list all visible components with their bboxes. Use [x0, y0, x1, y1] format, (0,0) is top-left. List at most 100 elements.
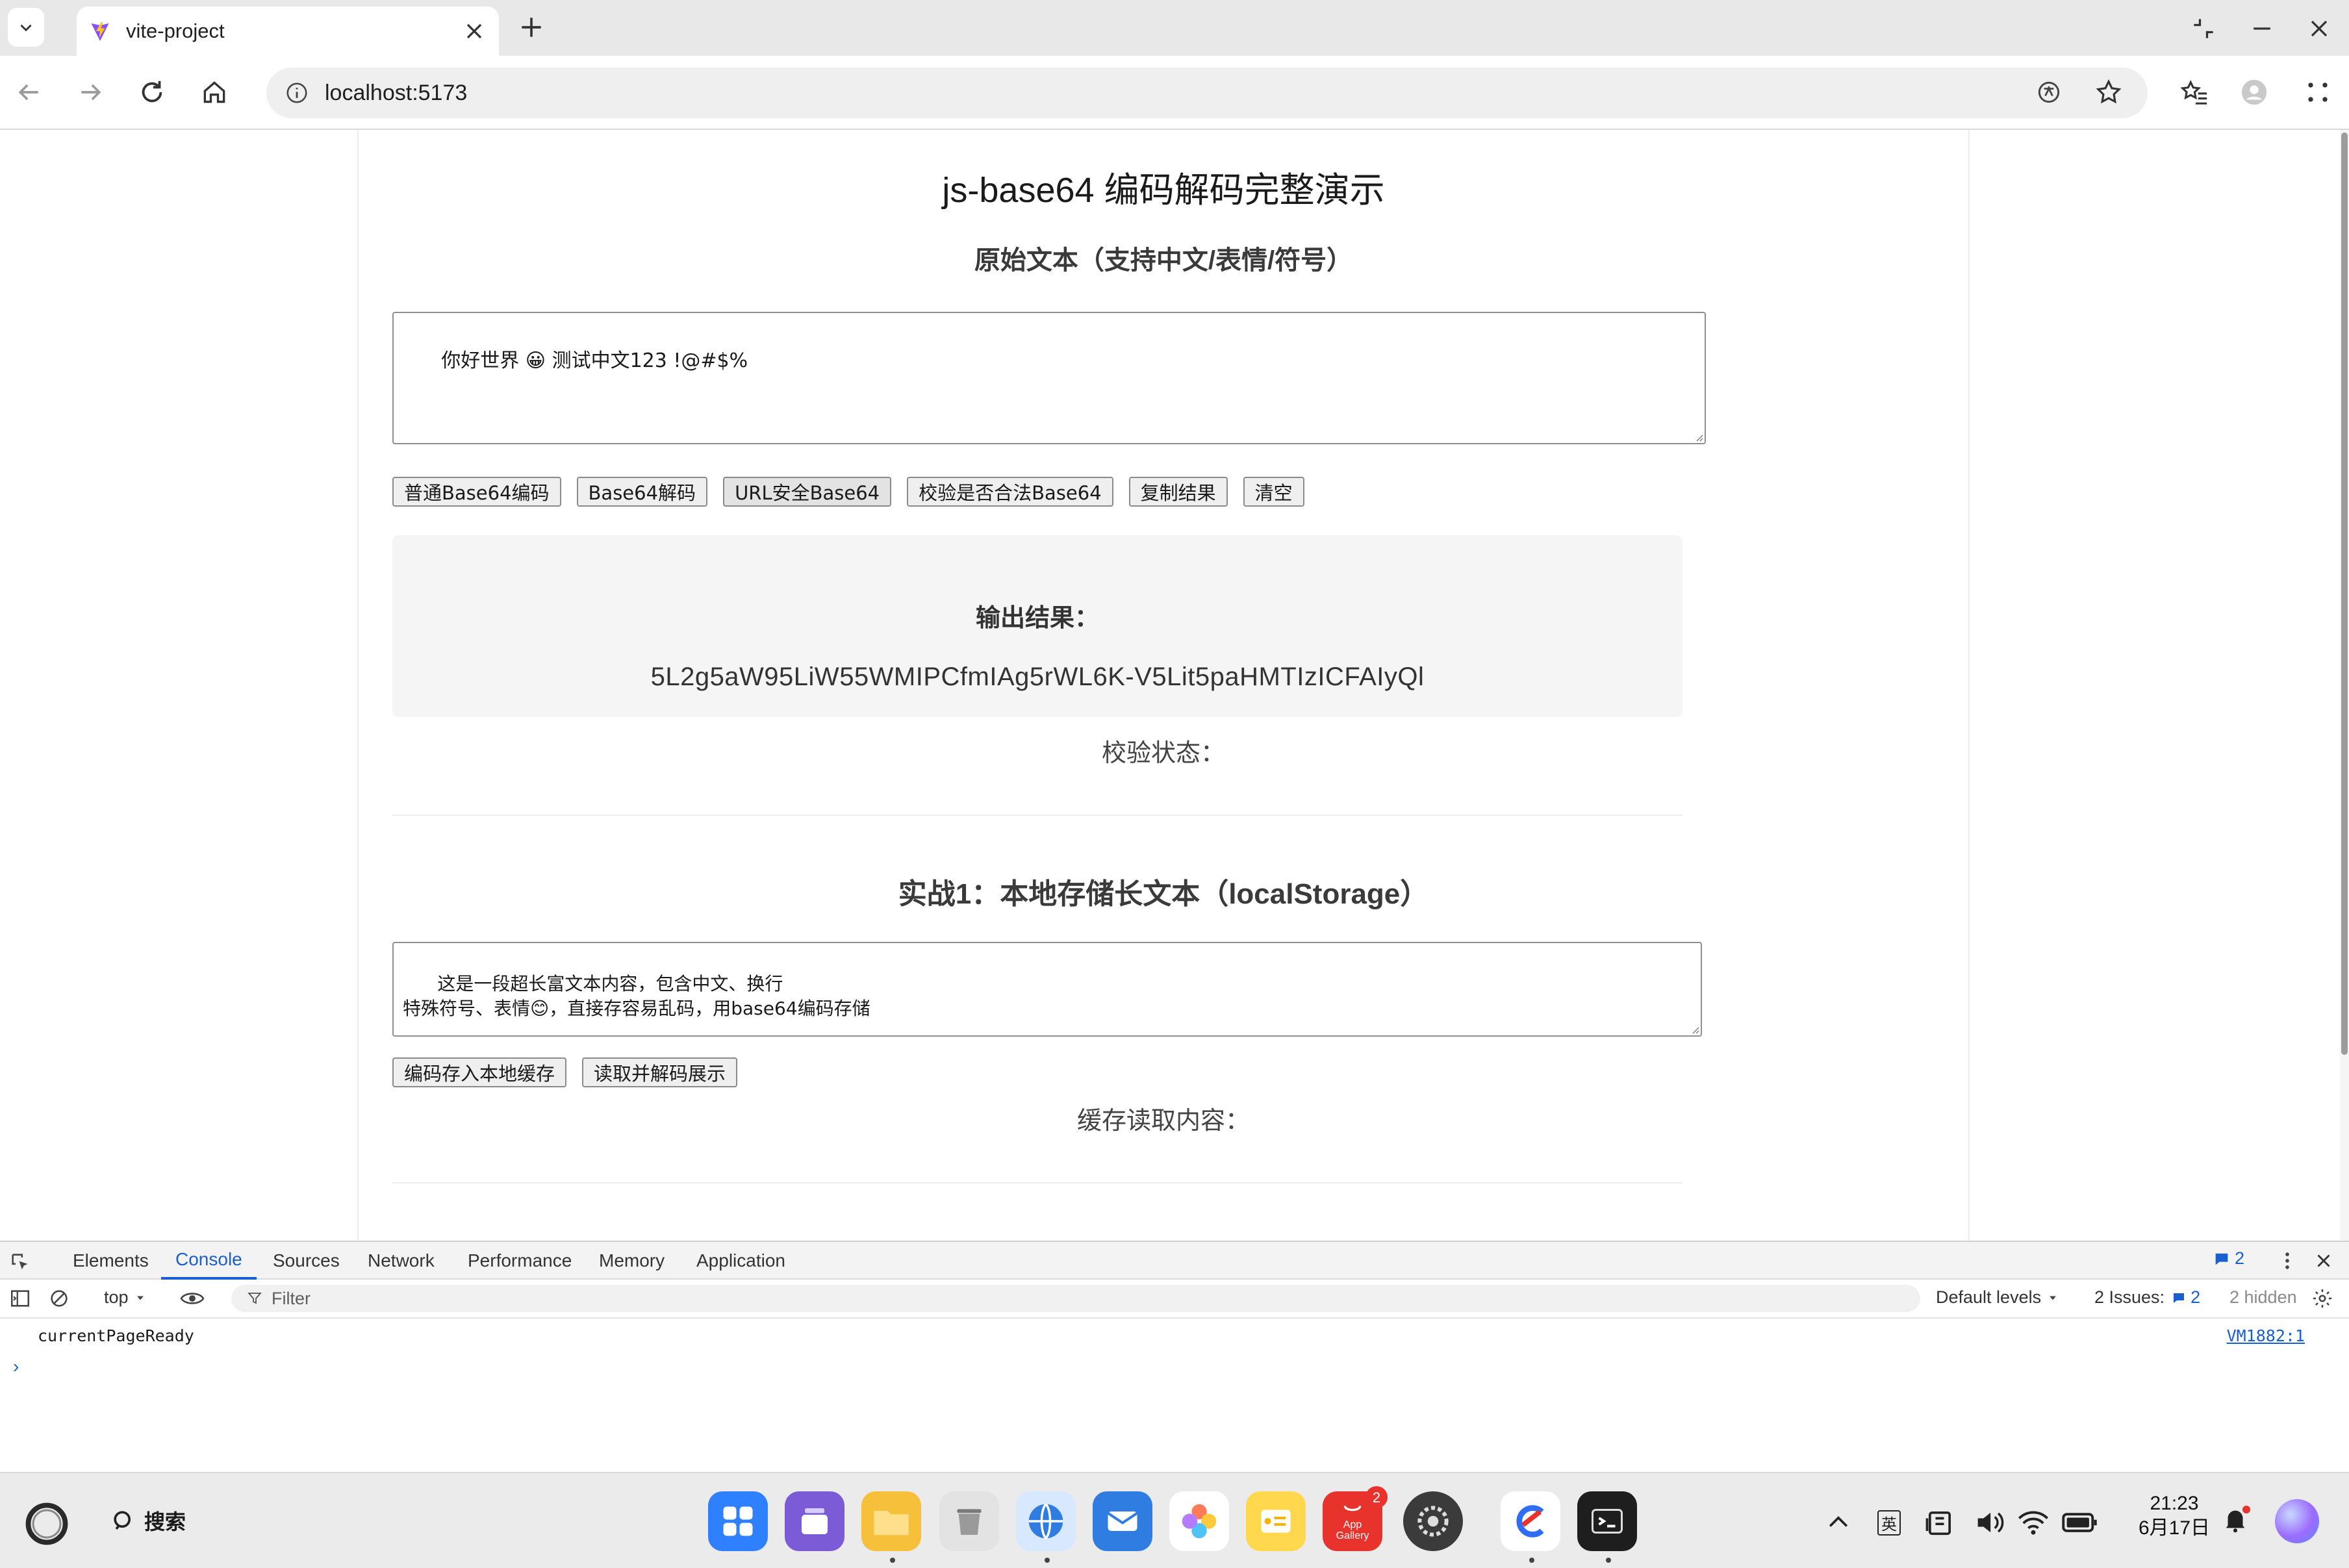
arrow-left-icon [18, 84, 38, 101]
wifi-icon[interactable] [2016, 1506, 2050, 1539]
notes-icon [1261, 1510, 1291, 1533]
envelope-icon [1107, 1511, 1138, 1531]
input-heading: 原始文本（支持中文/表情/符号） [974, 246, 1353, 275]
message-count[interactable]: 2 [2213, 1248, 2244, 1269]
browser-tab[interactable]: vite-project [77, 6, 499, 56]
validate-button[interactable]: 校验是否合法Base64 [907, 477, 1113, 507]
gallery-app-icon[interactable] [1169, 1491, 1229, 1551]
bookmark-button[interactable] [2090, 74, 2127, 110]
page-scrollbar[interactable] [2340, 130, 2349, 1241]
restore-window-icon[interactable] [2189, 14, 2218, 43]
forward-button[interactable] [73, 74, 109, 110]
inspect-element-icon[interactable] [9, 1251, 31, 1273]
menu-button[interactable] [2300, 74, 2336, 110]
url-safe-button[interactable]: URL安全Base64 [723, 477, 892, 507]
app-launcher-icon[interactable] [708, 1491, 768, 1551]
home-button[interactable] [196, 74, 233, 110]
message-icon [2174, 1293, 2185, 1303]
tab-console[interactable]: Console [161, 1242, 257, 1280]
system-clock[interactable]: 21:23 6月17日 [2132, 1491, 2216, 1541]
multitask-app-icon[interactable] [785, 1491, 844, 1551]
taskbar-search[interactable]: 搜索 [109, 1506, 186, 1536]
storage-buttons: 编码存入本地缓存 读取并解码展示 [392, 1057, 738, 1087]
file-manager-icon[interactable] [861, 1491, 921, 1551]
devtools-panel: Elements Console Sources Network Perform… [0, 1241, 2349, 1472]
vite-logo-icon [91, 22, 109, 41]
cache-content: 缓存读取内容： [1076, 1107, 1250, 1135]
load-from-storage-button[interactable]: 读取并解码展示 [582, 1057, 738, 1087]
clipboard-icon[interactable] [1923, 1506, 1957, 1539]
settings-gear-icon[interactable] [2311, 1287, 2333, 1309]
running-indicator [1606, 1558, 1611, 1563]
new-tab-icon[interactable] [517, 13, 546, 42]
clear-button[interactable]: 清空 [1243, 477, 1304, 507]
volume-icon[interactable] [1972, 1506, 2006, 1539]
sidebar-toggle-icon[interactable] [9, 1287, 31, 1309]
log-levels-dropdown[interactable]: Default levels [1936, 1287, 2059, 1308]
tab-sources[interactable]: Sources [273, 1242, 340, 1280]
page-viewport: js-base64 编码解码完整演示 原始文本（支持中文/表情/符号） 你好世界… [0, 130, 2349, 1241]
arrow-right-icon [81, 84, 101, 101]
close-window-icon[interactable] [2305, 14, 2333, 43]
code-editor-logo-icon [1516, 1505, 1544, 1537]
back-button[interactable] [10, 74, 47, 110]
divider [392, 1182, 1682, 1183]
context-selector[interactable]: top [104, 1287, 147, 1308]
minimize-icon[interactable] [2248, 14, 2276, 43]
practice-textarea[interactable]: 这是一段超长富文本内容，包含中文、换行 特殊符号、表情😊，直接存容易乱码，用ba… [392, 942, 1702, 1037]
settings-app-icon[interactable] [1403, 1491, 1463, 1551]
tab-memory[interactable]: Memory [599, 1242, 665, 1280]
encode-button[interactable]: 普通Base64编码 [392, 477, 561, 507]
scrollbar-thumb[interactable] [2341, 133, 2348, 1055]
close-devtools-icon[interactable] [2313, 1250, 2335, 1272]
issues-counter[interactable]: 2 Issues: 2 [2094, 1287, 2200, 1308]
devtools-menu-icon[interactable] [2276, 1250, 2298, 1272]
browser-app-icon[interactable] [1016, 1491, 1076, 1551]
browser-tab-strip: vite-project [0, 0, 2349, 56]
notification-button[interactable] [2220, 1504, 2250, 1534]
favorites-button[interactable] [2176, 74, 2213, 110]
star-icon [2096, 79, 2122, 104]
chevron-up-icon[interactable] [1824, 1506, 1853, 1539]
translate-button[interactable] [2031, 74, 2067, 110]
tab-network[interactable]: Network [368, 1242, 435, 1280]
info-icon[interactable] [285, 81, 309, 105]
address-bar[interactable]: localhost:5173 [266, 68, 2148, 118]
save-to-storage-button[interactable]: 编码存入本地缓存 [392, 1057, 567, 1087]
tab-title: vite-project [126, 19, 225, 42]
source-textarea[interactable]: 你好世界 😀 测试中文123 !@#$% [392, 312, 1706, 444]
tab-search-button[interactable] [8, 8, 44, 47]
result-panel: 输出结果： 5L2g5aW95LiW55WMIPCfmIAg5rWL6K-V5L… [392, 535, 1682, 717]
recycle-bin-icon[interactable] [939, 1491, 999, 1551]
profile-button[interactable] [2236, 74, 2272, 110]
code-editor-app-icon[interactable] [1501, 1491, 1560, 1551]
practice-text: 这是一段超长富文本内容，包含中文、换行 特殊符号、表情😊，直接存容易乱码，用ba… [403, 973, 870, 1019]
folder-icon [874, 1511, 909, 1536]
copy-result-button[interactable]: 复制结果 [1128, 477, 1228, 507]
close-tab-icon[interactable] [461, 18, 487, 44]
tab-elements[interactable]: Elements [73, 1242, 149, 1280]
tab-application[interactable]: Application [696, 1242, 785, 1280]
console-source-link[interactable]: VM1882:1 [2227, 1326, 2305, 1345]
decode-button[interactable]: Base64解码 [576, 477, 708, 507]
console-filter-input[interactable]: Filter [231, 1285, 1920, 1312]
input-method-icon[interactable]: 英 [1872, 1506, 1906, 1539]
reload-button[interactable] [134, 74, 170, 110]
start-button-icon[interactable] [23, 1500, 70, 1547]
devtools-tabs: Elements Console Sources Network Perform… [0, 1242, 2349, 1280]
live-expression-eye-icon[interactable] [179, 1287, 205, 1309]
clear-console-icon[interactable] [48, 1287, 70, 1309]
action-buttons: 普通Base64编码 Base64解码 URL安全Base64 校验是否合法Ba… [392, 477, 1304, 507]
terminal-app-icon[interactable] [1577, 1491, 1637, 1551]
app-gallery-icon[interactable]: App Gallery 2 [1323, 1486, 1388, 1551]
mail-app-icon[interactable] [1093, 1491, 1152, 1551]
os-taskbar: 搜索 App Gallery 2 英 21:23 6月17日 [0, 1472, 2349, 1568]
assistant-orb-icon[interactable] [2275, 1499, 2319, 1543]
demo-app: js-base64 编码解码完整演示 原始文本（支持中文/表情/符号） 你好世界… [357, 130, 1970, 1241]
resize-grip-icon[interactable] [1689, 1024, 1699, 1034]
notes-app-icon[interactable] [1246, 1491, 1306, 1551]
battery-icon[interactable] [2061, 1506, 2100, 1539]
console-prompt-icon[interactable]: › [13, 1356, 19, 1377]
tab-performance[interactable]: Performance [468, 1242, 572, 1280]
resize-grip-icon[interactable] [1693, 431, 1703, 442]
